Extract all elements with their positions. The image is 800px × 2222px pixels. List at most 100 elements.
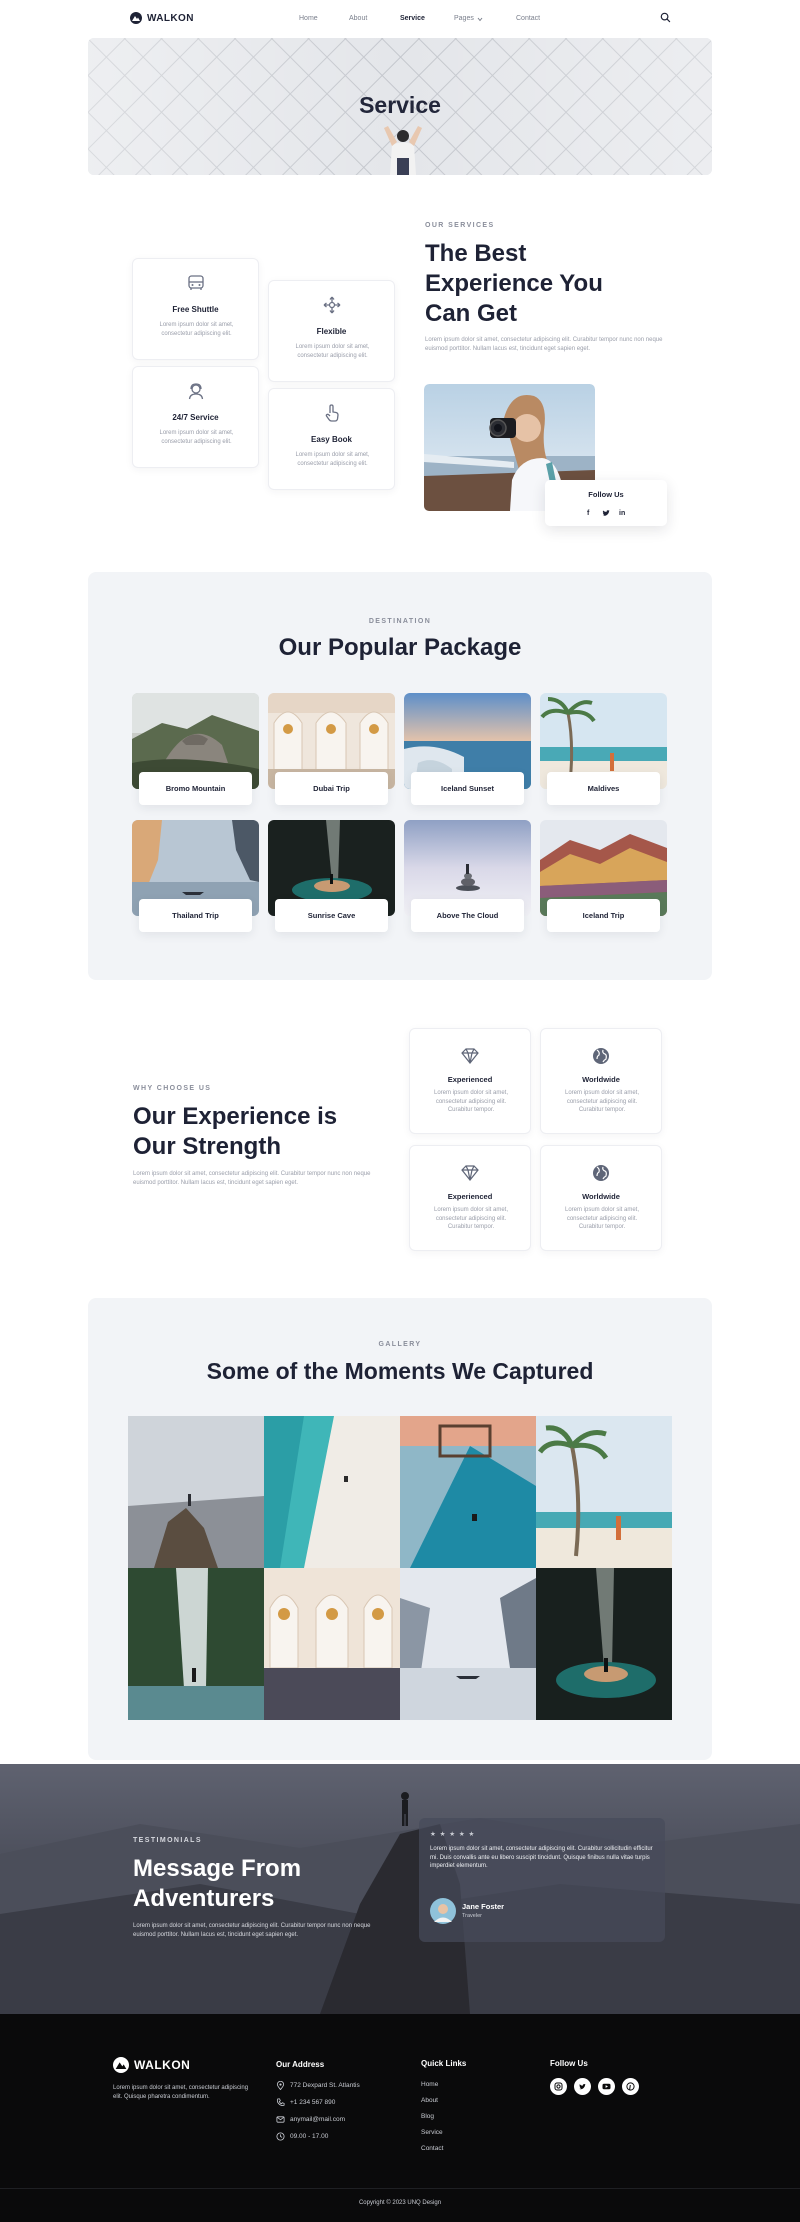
gallery-photo[interactable] <box>264 1416 400 1568</box>
brand-logo[interactable]: WALKON <box>130 12 194 24</box>
nav-contact[interactable]: Contact <box>516 15 540 22</box>
gallery-photo[interactable] <box>128 1416 264 1568</box>
why-card-experienced: Experienced Lorem ipsum dolor sit amet, … <box>409 1028 531 1134</box>
twitter-icon[interactable] <box>602 510 610 517</box>
nav-pages[interactable]: Pages <box>454 15 474 22</box>
package-card[interactable]: Bromo Mountain <box>132 693 259 805</box>
logo-mark-icon <box>113 2057 129 2073</box>
clock-icon <box>276 2132 285 2141</box>
footer-quick-links-title: Quick Links <box>421 2059 467 2068</box>
service-title: Easy Book <box>311 435 352 444</box>
why-heading: Our Experience is Our Strength <box>133 1102 337 1162</box>
author-name: Jane Foster <box>462 1902 505 1911</box>
package-card[interactable]: Maldives <box>540 693 667 805</box>
package-name: Maldives <box>547 772 660 805</box>
package-card[interactable]: Iceland Trip <box>540 820 667 932</box>
hand-tap-icon <box>325 404 339 422</box>
why-description: Lorem ipsum dolor sit amet, consectetur … <box>133 1171 371 1186</box>
service-title: Free Shuttle <box>172 305 219 314</box>
gallery-photo[interactable] <box>400 1416 536 1568</box>
testimonials-eyebrow: TESTIMONIALS <box>133 1837 202 1844</box>
service-description: Lorem ipsum dolor sit amet, consectetur … <box>295 344 370 359</box>
nav-about[interactable]: About <box>349 15 367 22</box>
service-description: Lorem ipsum dolor sit amet, consectetur … <box>159 430 234 445</box>
why-card-worldwide: Worldwide Lorem ipsum dolor sit amet, co… <box>540 1028 662 1134</box>
bus-icon <box>188 275 204 290</box>
why-heading-line: Our Strength <box>133 1133 281 1160</box>
testimonial-card: ★ ★ ★ ★ ★ Lorem ipsum dolor sit amet, co… <box>419 1818 665 1942</box>
follow-us-title: Follow Us <box>588 490 624 499</box>
twitter-icon[interactable] <box>574 2078 591 2095</box>
email-icon <box>276 2116 285 2123</box>
footer-link-contact[interactable]: Contact <box>421 2145 443 2152</box>
diamond-icon <box>461 1165 479 1181</box>
package-card[interactable]: Thailand Trip <box>132 820 259 932</box>
copyright: Copyright © 2023 UNQ Design <box>358 2200 442 2206</box>
why-heading-line: Our Experience is <box>133 1103 338 1130</box>
services-heading: The Best Experience You Can Get <box>425 239 603 329</box>
author-role: Traveler <box>462 1913 482 1919</box>
package-card[interactable]: Iceland Sunset <box>404 693 531 805</box>
hero-banner: Service <box>88 38 712 175</box>
footer-link-service[interactable]: Service <box>421 2129 443 2136</box>
footer-brand-logo[interactable]: WALKON <box>113 2057 190 2073</box>
youtube-icon[interactable] <box>598 2078 615 2095</box>
services-heading-line: Can Get <box>425 300 518 327</box>
footer-email[interactable]: anymail@mail.com <box>290 2116 345 2123</box>
phone-icon <box>276 2098 285 2106</box>
linkedin-icon[interactable]: in <box>619 510 625 517</box>
why-card-experienced: Experienced Lorem ipsum dolor sit amet, … <box>409 1145 531 1251</box>
nav-service[interactable]: Service <box>400 15 425 22</box>
gallery-photo[interactable] <box>264 1568 400 1720</box>
follow-us-card: Follow Us f in <box>545 480 667 526</box>
package-name: Iceland Trip <box>547 899 660 932</box>
footer-link-about[interactable]: About <box>421 2097 438 2104</box>
footer-link-home[interactable]: Home <box>421 2081 438 2088</box>
gallery-title: Some of the Moments We Captured <box>206 1358 594 1384</box>
package-card[interactable]: Sunrise Cave <box>268 820 395 932</box>
gallery-photo[interactable] <box>536 1416 672 1568</box>
top-navbar: WALKON Home About Service Pages Contact <box>0 0 800 38</box>
facebook-icon[interactable]: f <box>587 510 589 517</box>
service-title: 24/7 Service <box>172 413 219 422</box>
gallery-photo[interactable] <box>128 1568 264 1720</box>
gallery-photo[interactable] <box>400 1568 536 1720</box>
footer-hours: 09.00 - 17.00 <box>290 2133 329 2140</box>
services-heading-line: Experience You <box>425 270 603 297</box>
gallery-eyebrow: GALLERY <box>378 1341 422 1348</box>
why-card-description: Lorem ipsum dolor sit amet, consectetur … <box>433 1207 509 1230</box>
testimonials-heading: Message From Adventurers <box>133 1854 301 1914</box>
package-card[interactable]: Above The Cloud <box>404 820 531 932</box>
testimonials-background-photo <box>0 1764 800 2014</box>
services-description: Lorem ipsum dolor sit amet, consectetur … <box>425 337 663 352</box>
packages-eyebrow: DESTINATION <box>368 618 432 625</box>
chevron-down-icon[interactable] <box>477 17 483 22</box>
package-name: Above The Cloud <box>411 899 524 932</box>
packages-title: Our Popular Package <box>278 634 522 661</box>
footer-link-blog[interactable]: Blog <box>421 2113 434 2120</box>
gallery-photo[interactable] <box>536 1568 672 1720</box>
nav-home[interactable]: Home <box>299 15 318 22</box>
service-card-flexible: Flexible Lorem ipsum dolor sit amet, con… <box>268 280 395 382</box>
footer-brand-description: Lorem ipsum dolor sit amet, consectetur … <box>113 2085 249 2100</box>
why-card-description: Lorem ipsum dolor sit amet, consectetur … <box>564 1090 640 1113</box>
pinterest-icon[interactable] <box>622 2078 639 2095</box>
search-icon[interactable] <box>660 12 671 23</box>
service-description: Lorem ipsum dolor sit amet, consectetur … <box>295 452 370 467</box>
why-card-description: Lorem ipsum dolor sit amet, consectetur … <box>433 1090 509 1113</box>
testimonials-heading-line: Adventurers <box>133 1885 275 1912</box>
service-card-24-7: 24/7 Service Lorem ipsum dolor sit amet,… <box>132 366 259 468</box>
instagram-icon[interactable] <box>550 2078 567 2095</box>
services-eyebrow: OUR SERVICES <box>425 222 495 229</box>
location-icon <box>276 2081 285 2090</box>
service-description: Lorem ipsum dolor sit amet, consectetur … <box>159 322 234 337</box>
package-card[interactable]: Dubai Trip <box>268 693 395 805</box>
footer-address-line: 772 Dexpard St. Atlantis <box>290 2082 360 2089</box>
page-title: Service <box>359 92 441 118</box>
why-card-title: Worldwide <box>582 1192 620 1201</box>
diamond-icon <box>461 1048 479 1064</box>
footer-brand-name: WALKON <box>134 2058 191 2072</box>
service-card-free-shuttle: Free Shuttle Lorem ipsum dolor sit amet,… <box>132 258 259 360</box>
footer-phone[interactable]: +1 234 567 890 <box>290 2099 335 2106</box>
footer-divider <box>0 2188 800 2189</box>
